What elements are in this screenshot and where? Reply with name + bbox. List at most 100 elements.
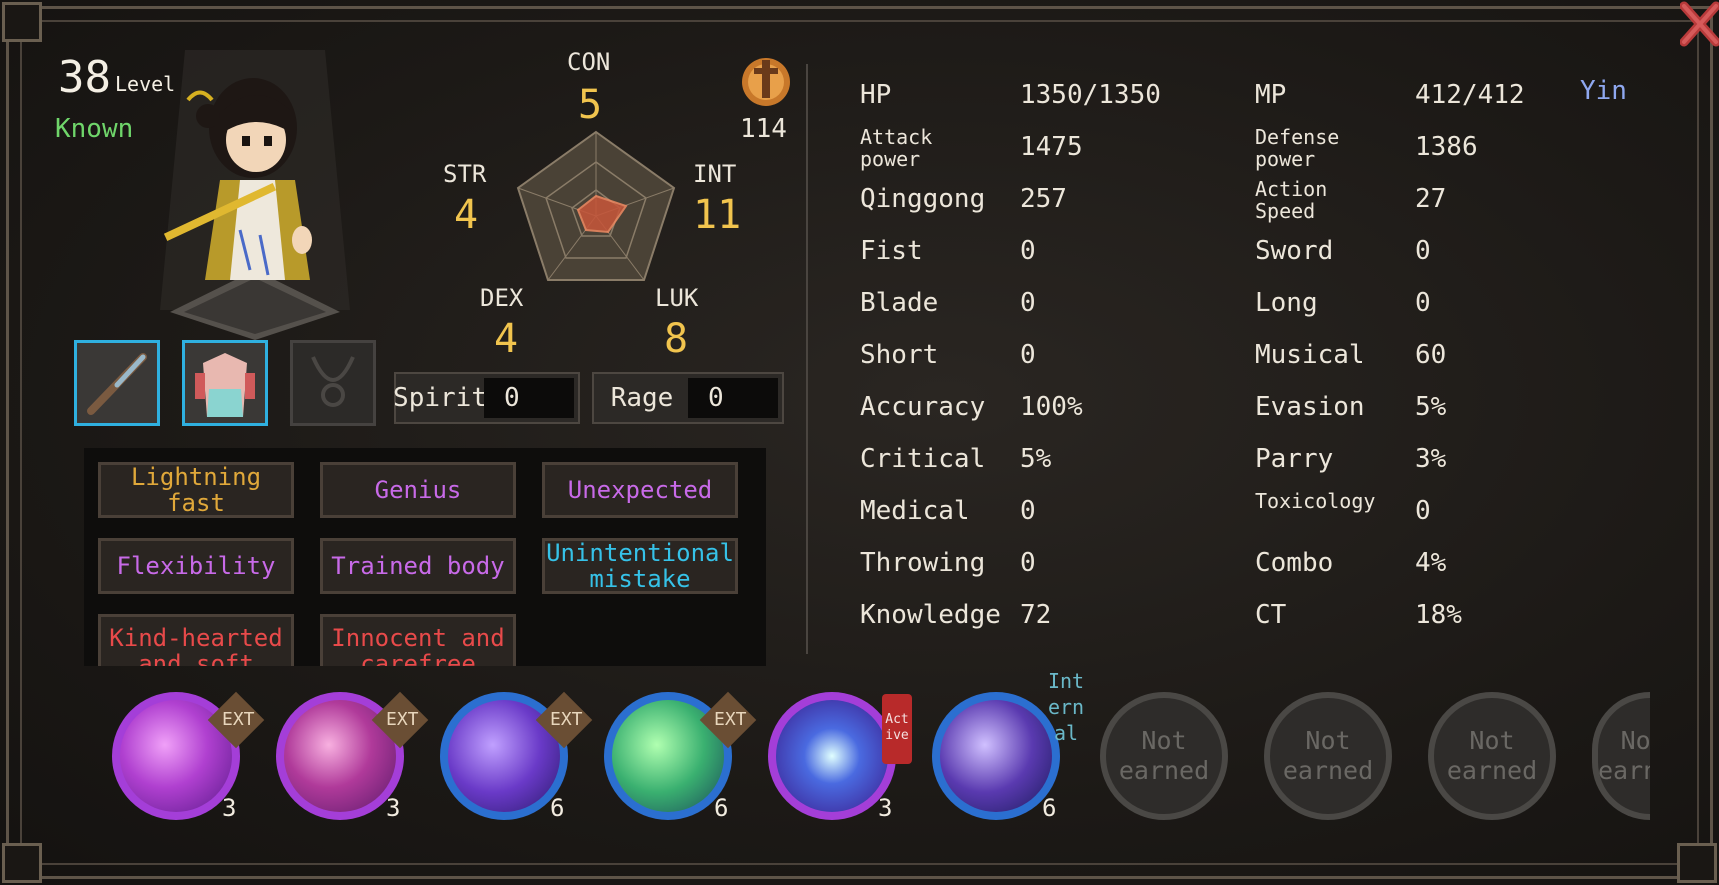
trait-tag[interactable]: Kind-hearted and soft [98,614,294,666]
rage-label: Rage [610,383,674,413]
equip-slot-weapon[interactable] [74,340,160,426]
skill-count: 3 [386,794,401,822]
stat-label: Action Speed [1255,177,1328,223]
skill-slot[interactable] [768,692,896,820]
stat-label: Short [860,340,939,370]
frame-corner [2,843,42,883]
trait-tag[interactable]: Genius [320,462,516,518]
stat-value: 0 [1415,288,1431,318]
skill-count: 6 [550,794,565,822]
trait-tag[interactable]: Trained body [320,538,516,594]
stat-value: 4% [1415,548,1447,578]
stat-value: 18% [1415,600,1462,630]
stat-label: Knowledge [860,600,1001,630]
stat-label: Accuracy [860,392,986,422]
stat-label: Parry [1255,444,1334,474]
character-sheet: 38 Level Known CON 5 STR 4 INT 11 DEX 4 … [0,0,1719,885]
skill-count: 6 [1042,794,1057,822]
stat-value: 100% [1020,392,1083,422]
skill-count: 3 [222,794,237,822]
skill-badge: EXT [550,709,583,730]
stat-value: 0 [1020,548,1036,578]
stat-label: Musical [1255,340,1365,370]
reputation-icon [738,52,794,108]
attr-str-value: 4 [454,192,479,238]
reputation-value: 114 [740,114,787,144]
frame-corner [2,2,42,42]
attr-dex-label: DEX [480,284,524,312]
stat-value: 5% [1020,444,1052,474]
stat-label: Throwing [860,548,986,578]
skill-badge: EXT [222,709,255,730]
stat-value: 1386 [1415,132,1478,162]
close-icon [1679,1,1719,47]
close-button[interactable] [1679,0,1719,48]
character-sprite [160,50,350,340]
skill-slot-locked: Not earned [1100,692,1228,820]
stat-label: Long [1255,288,1318,318]
spirit-bar: Spirit 0 [393,372,580,424]
equip-slot-accessory-empty[interactable] [290,340,376,426]
attribute-radar-chart [512,128,680,288]
attr-dex-value: 4 [494,316,519,362]
trait-tag[interactable]: Innocent and carefree [320,614,516,666]
stat-value: 0 [1020,496,1036,526]
spirit-value: 0 [484,378,574,418]
robe-icon [195,353,255,417]
attr-int-value: 11 [693,192,742,238]
stat-value: 0 [1415,496,1431,526]
trait-tag[interactable]: Flexibility [98,538,294,594]
skill-slot[interactable] [932,692,1060,820]
stat-label: Evasion [1255,392,1365,422]
necklace-icon [311,356,355,407]
trait-tag[interactable]: Unexpected [542,462,738,518]
attr-luk-value: 8 [664,316,689,362]
stat-value: 1350/1350 [1020,80,1161,110]
stat-label: Critical [860,444,986,474]
skill-badge: Active [882,694,912,764]
stat-value: 257 [1020,184,1067,214]
skill-slot-locked: Not earned [1264,692,1392,820]
skill-count: 3 [878,794,893,822]
rage-bar: Rage 0 [592,372,784,424]
stat-label: Attack power [860,125,933,171]
trait-tag[interactable]: Lightning fast [98,462,294,518]
level-number: 38 [58,52,111,103]
attr-str-label: STR [443,160,487,188]
equip-slot-armor[interactable] [182,340,268,426]
stat-label: Qinggong [860,184,986,214]
stat-label: Sword [1255,236,1334,266]
trait-tag[interactable]: Unintentional mistake [542,538,738,594]
stat-value: 5% [1415,392,1447,422]
rage-value: 0 [688,378,778,418]
frame-corner [1677,843,1717,883]
attr-int-label: INT [693,160,737,188]
skill-badge: EXT [386,709,419,730]
stat-label: Fist [860,236,923,266]
flute-icon [87,353,147,415]
stat-value: 412/412 [1415,80,1525,110]
stat-value: 0 [1415,236,1431,266]
stat-label: Toxicology [1255,489,1376,513]
status-known: Known [55,114,134,144]
stat-label: Defense power [1255,125,1340,171]
stat-label: Combo [1255,548,1334,578]
skill-icon [776,700,888,812]
skill-slot-locked: Not earned [1428,692,1556,820]
stat-label: Medical [860,496,970,526]
skill-count: 6 [714,794,729,822]
stat-value: 27 [1415,184,1447,214]
spirit-label: Spirit [393,383,487,413]
skill-badge: EXT [714,709,747,730]
divider [806,64,808,654]
stat-value: 60 [1415,340,1447,370]
stat-value: 0 [1020,340,1036,370]
stat-label: MP [1255,80,1287,110]
attr-con-label: CON [567,48,611,76]
character-portrait [150,40,360,340]
stat-label: CT [1255,600,1287,630]
stat-value: 0 [1020,236,1036,266]
attr-luk-label: LUK [655,284,699,312]
stat-value: 0 [1020,288,1036,318]
skill-badge: Internal [1047,669,1085,745]
